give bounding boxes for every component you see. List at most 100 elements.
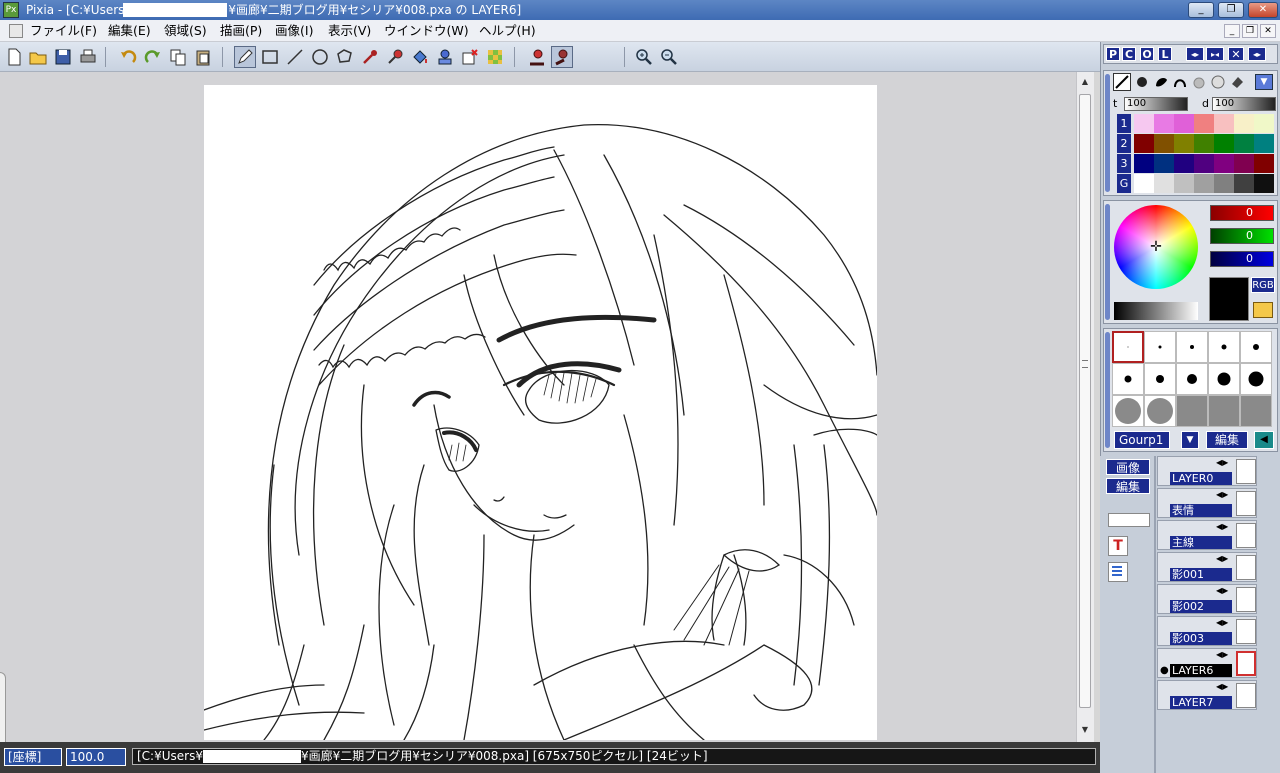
brush-size-swatch[interactable] <box>1144 395 1176 427</box>
copy-icon[interactable] <box>167 46 189 68</box>
layer-item[interactable]: ◀▶ LAYER0 <box>1157 456 1257 486</box>
palette-swatch[interactable] <box>1234 154 1254 173</box>
layer-image-button[interactable]: 画像 <box>1106 459 1150 475</box>
layer-reorder-icon[interactable]: ◀▶ <box>1216 522 1228 532</box>
blur-brush-icon[interactable] <box>1191 74 1207 90</box>
palette-swatch[interactable] <box>1174 174 1194 193</box>
palette-swatch[interactable] <box>1254 134 1274 153</box>
brush-group-dropdown-icon[interactable]: ▼ <box>1181 431 1199 449</box>
zoom-out-icon[interactable] <box>658 46 680 68</box>
color-wheel[interactable]: ✛ <box>1114 205 1198 289</box>
palette-swatch[interactable] <box>1134 174 1154 193</box>
palette-swatch[interactable] <box>1254 114 1274 133</box>
eraser-brush-icon[interactable] <box>1229 74 1245 90</box>
layer-reorder-icon[interactable]: ◀▶ <box>1216 682 1228 692</box>
palette-swatch[interactable] <box>1214 134 1234 153</box>
menu-selection[interactable]: 領域(S) <box>164 23 207 39</box>
layer-item[interactable]: ◀▶ 影003 <box>1157 616 1257 646</box>
app-icon[interactable]: Px <box>3 2 19 18</box>
brush-group-select[interactable]: Gourp1 <box>1114 431 1170 449</box>
layer-list-icon[interactable] <box>1108 562 1128 582</box>
palette-swatch[interactable] <box>1194 134 1214 153</box>
open-folder-icon[interactable] <box>27 46 49 68</box>
eraser-dark-icon[interactable] <box>551 46 573 68</box>
rectangle-tool-icon[interactable] <box>259 46 281 68</box>
palette-swatch[interactable] <box>1154 174 1174 193</box>
layer-opacity-field[interactable] <box>1108 513 1150 527</box>
transform-icon[interactable] <box>459 46 481 68</box>
color-folder-icon[interactable] <box>1253 302 1273 318</box>
menu-window[interactable]: ウインドウ(W) <box>384 23 469 39</box>
redo-icon[interactable] <box>142 46 164 68</box>
close-button[interactable]: ✕ <box>1248 2 1278 18</box>
layer-reorder-icon[interactable]: ◀▶ <box>1216 650 1228 660</box>
brush-size-swatch[interactable] <box>1240 363 1272 395</box>
menu-draw[interactable]: 描画(P) <box>220 23 262 39</box>
minimize-button[interactable]: _ <box>1188 2 1214 18</box>
panel-tab-l[interactable]: L <box>1158 47 1172 61</box>
palette-swatch[interactable] <box>1194 154 1214 173</box>
section-handle[interactable] <box>1105 204 1110 320</box>
brush-size-swatch[interactable] <box>1208 395 1240 427</box>
drawing-canvas[interactable] <box>204 85 877 740</box>
layer-item[interactable]: ◀▶ LAYER7 <box>1157 680 1257 710</box>
eraser-red-icon[interactable] <box>526 46 548 68</box>
value-gradient-bar[interactable] <box>1114 302 1198 320</box>
layer-item[interactable]: ◀▶ 影002 <box>1157 584 1257 614</box>
palette-swatch[interactable] <box>1214 154 1234 173</box>
mosaic-icon[interactable] <box>484 46 506 68</box>
save-icon[interactable] <box>52 46 74 68</box>
palette-swatch[interactable] <box>1174 154 1194 173</box>
layer-reorder-icon[interactable]: ◀▶ <box>1216 618 1228 628</box>
palette-swatch[interactable] <box>1214 174 1234 193</box>
undo-icon[interactable] <box>117 46 139 68</box>
menu-view[interactable]: 表示(V) <box>328 23 371 39</box>
new-file-icon[interactable] <box>3 46 25 68</box>
green-slider[interactable]: 0 <box>1210 228 1274 244</box>
brush-size-swatch[interactable] <box>1112 331 1144 363</box>
maximize-button[interactable]: ❐ <box>1218 2 1244 18</box>
brush-size-swatch[interactable] <box>1176 363 1208 395</box>
palette-swatch[interactable] <box>1174 114 1194 133</box>
brush-size-swatch[interactable] <box>1240 331 1272 363</box>
brush-size-swatch[interactable] <box>1176 395 1208 427</box>
collapse-panel-icon[interactable]: ◂▸ <box>1248 47 1266 61</box>
section-handle[interactable] <box>1105 332 1110 448</box>
menu-edit[interactable]: 編集(E) <box>108 23 151 39</box>
palette-swatch[interactable] <box>1174 134 1194 153</box>
palette-swatch[interactable] <box>1154 154 1174 173</box>
stamp-icon[interactable] <box>434 46 456 68</box>
zoom-in-icon[interactable] <box>633 46 655 68</box>
brush-size-swatch[interactable] <box>1176 331 1208 363</box>
pen-brush-icon[interactable] <box>1113 73 1131 91</box>
layer-edit-button[interactable]: 編集 <box>1106 478 1150 494</box>
eyedropper-icon[interactable] <box>359 46 381 68</box>
palette-swatch[interactable] <box>1214 114 1234 133</box>
opacity-slider[interactable]: 100 <box>1124 97 1188 111</box>
document-icon[interactable] <box>9 24 23 38</box>
print-icon[interactable] <box>77 46 99 68</box>
brush-collapse-icon[interactable]: ◀ <box>1254 431 1274 449</box>
paste-icon[interactable] <box>192 46 214 68</box>
ink-brush-icon[interactable] <box>1153 74 1169 90</box>
layer-item[interactable]: ◀▶ 主線 <box>1157 520 1257 550</box>
brush-size-swatch[interactable] <box>1144 363 1176 395</box>
palette-swatch[interactable] <box>1134 154 1154 173</box>
layer-reorder-icon[interactable]: ◀▶ <box>1216 458 1228 468</box>
expand-horizontal-icon[interactable]: ▸◂ <box>1206 47 1224 61</box>
mdi-close-button[interactable]: ✕ <box>1260 24 1276 38</box>
palette-swatch[interactable] <box>1154 114 1174 133</box>
layer-item[interactable]: ◀▶ 影001 <box>1157 552 1257 582</box>
brush-dropdown-icon[interactable]: ▼ <box>1255 74 1273 90</box>
blue-slider[interactable]: 0 <box>1210 251 1274 267</box>
red-slider[interactable]: 0 <box>1210 205 1274 221</box>
ellipse-tool-icon[interactable] <box>309 46 331 68</box>
brush-edit-button[interactable]: 編集 <box>1206 431 1248 449</box>
panel-tab-o[interactable]: O <box>1140 47 1154 61</box>
swap-horizontal-icon[interactable]: ◂▸ <box>1186 47 1204 61</box>
palette-swatch[interactable] <box>1254 154 1274 173</box>
panel-tab-p[interactable]: P <box>1106 47 1120 61</box>
palette-swatch[interactable] <box>1194 114 1214 133</box>
panel-tab-c[interactable]: C <box>1122 47 1136 61</box>
bucket-fill-icon[interactable] <box>409 46 431 68</box>
